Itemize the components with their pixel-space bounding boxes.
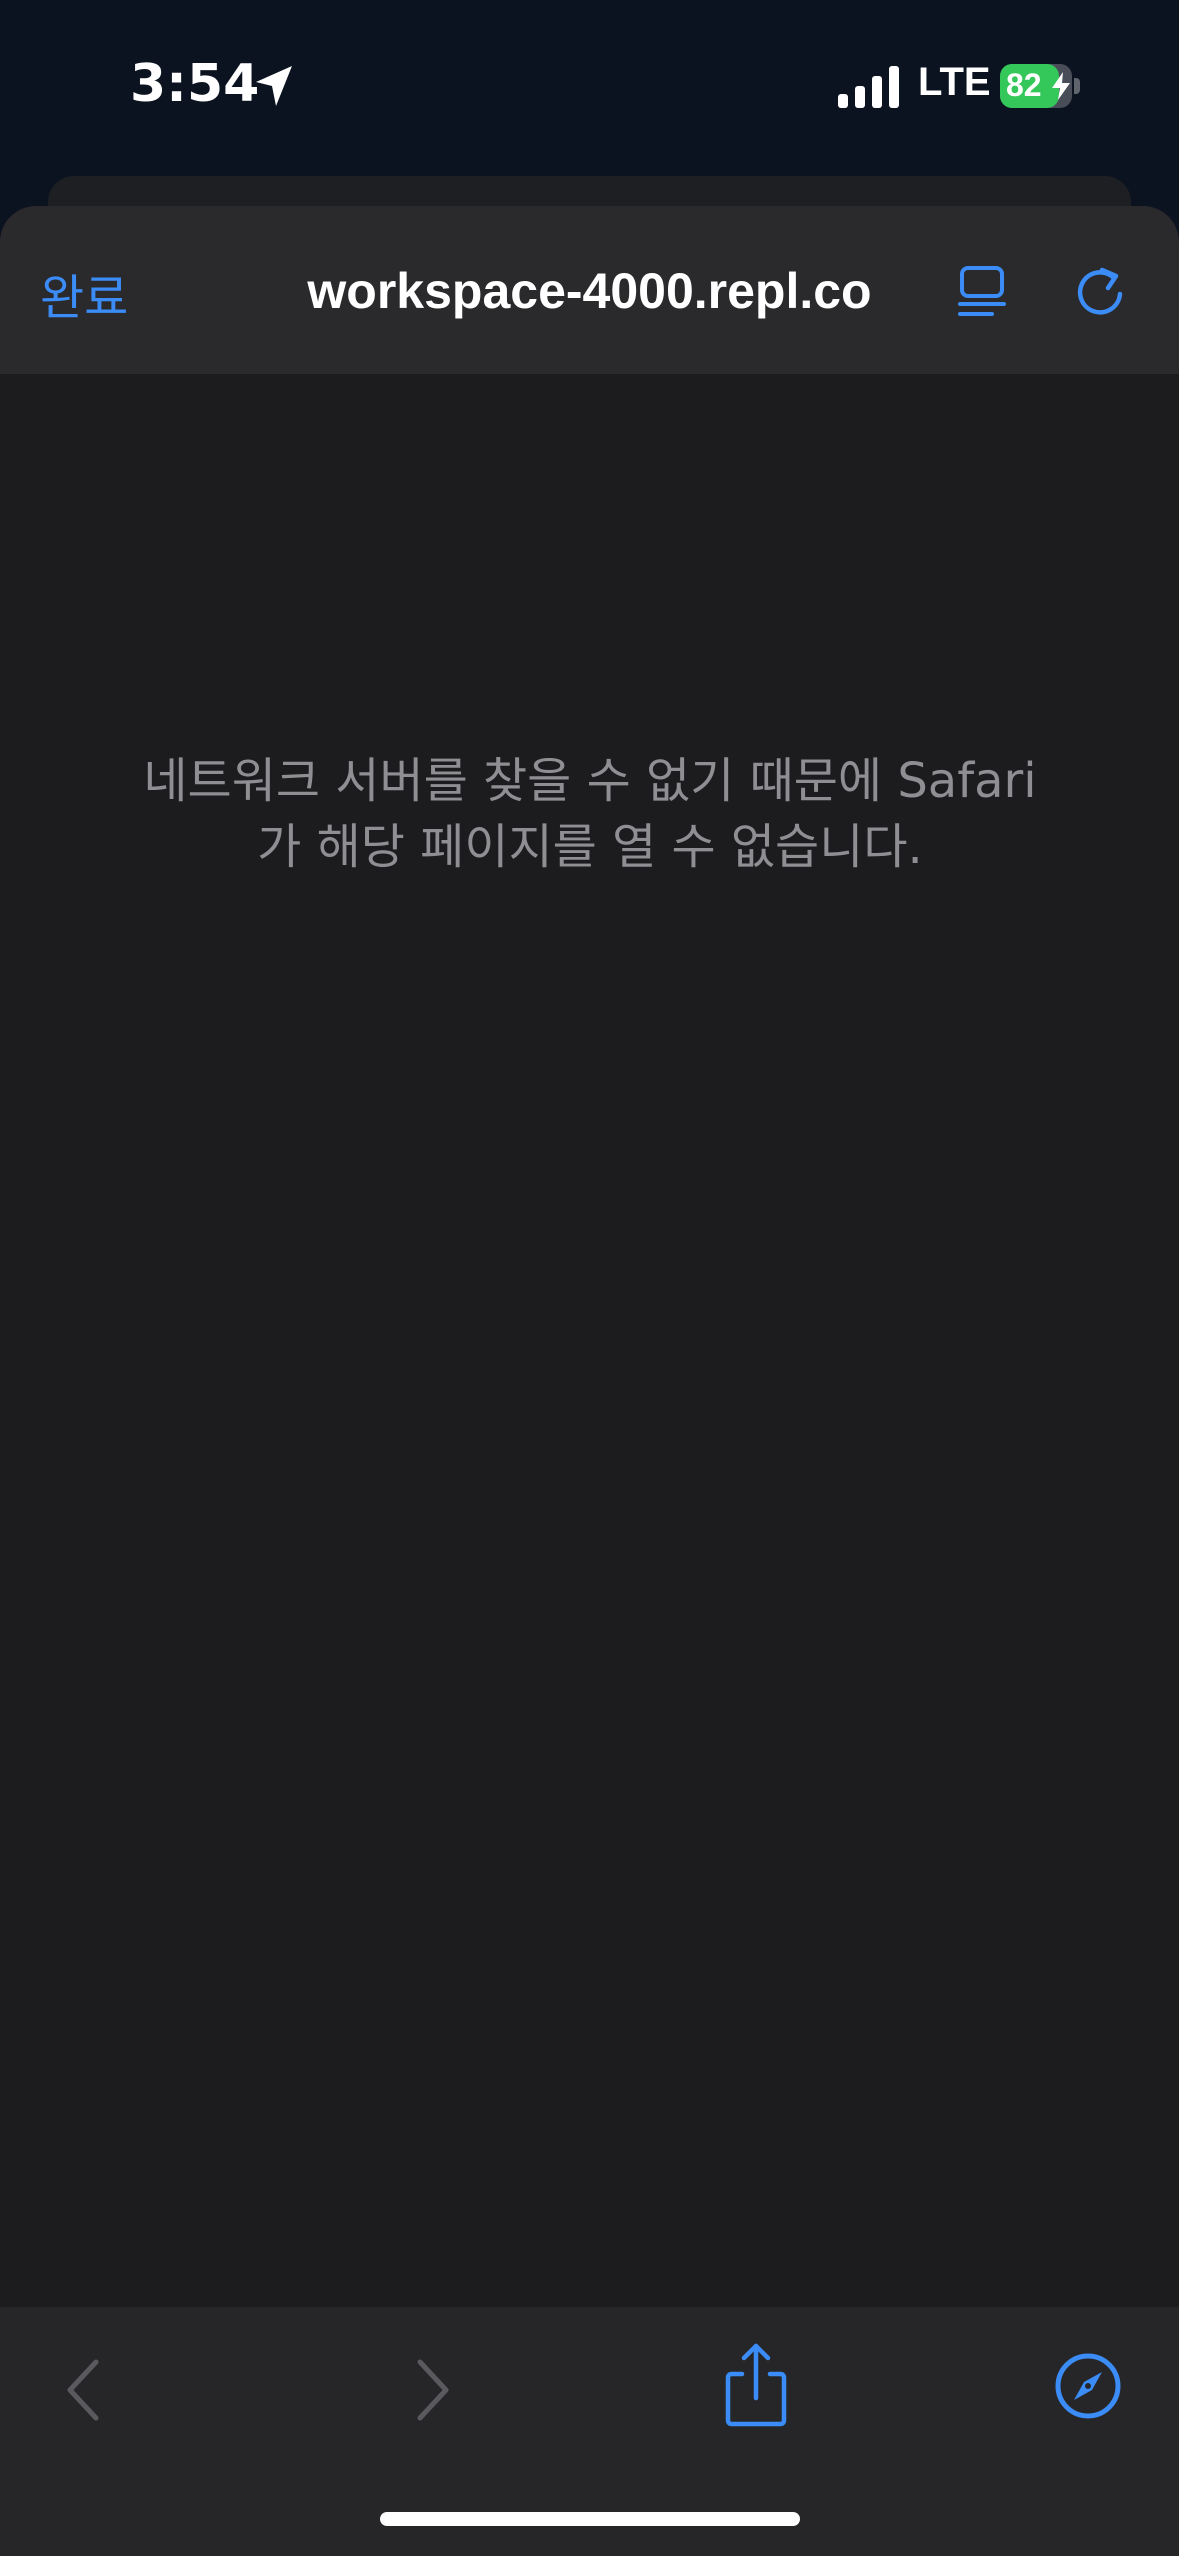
safari-view-sheet: 완료 workspace-4000.repl.co 네트워크 서버를 찾을 수 … [0,206,1179,2556]
reload-button[interactable] [1070,262,1130,322]
battery-icon: 82 [1000,64,1080,108]
network-type: LTE [918,60,991,104]
charging-bolt-icon [1052,72,1070,100]
status-time: 3:54 [130,54,260,114]
share-button[interactable] [716,2340,796,2430]
home-indicator[interactable] [380,2512,800,2526]
share-icon [725,2343,787,2427]
page-content: 네트워크 서버를 찾을 수 없기 때문에 Safari 가 해당 페이지를 열 … [0,374,1179,2308]
back-button[interactable] [48,2350,128,2430]
reader-mode-button[interactable] [952,262,1012,322]
browser-toolbar: 완료 workspace-4000.repl.co [0,206,1179,374]
error-message: 네트워크 서버를 찾을 수 없기 때문에 Safari 가 해당 페이지를 열 … [140,748,1040,880]
back-chevron-icon [67,2359,99,2421]
error-message-line-2: 가 해당 페이지를 열 수 없습니다. [257,819,923,875]
error-message-line-1: 네트워크 서버를 찾을 수 없기 때문에 Safari [143,753,1037,809]
battery-level: 82 [1006,67,1042,103]
signal-bars-icon [838,66,899,108]
reader-mode-icon [958,266,1006,316]
safari-compass-button[interactable] [1048,2346,1128,2426]
reload-icon [1077,267,1123,315]
location-arrow-icon [256,66,292,106]
status-bar: 3:54 LTE 82 [0,0,1179,180]
forward-button[interactable] [388,2350,468,2430]
compass-icon [1055,2353,1121,2419]
forward-chevron-icon [417,2359,449,2421]
